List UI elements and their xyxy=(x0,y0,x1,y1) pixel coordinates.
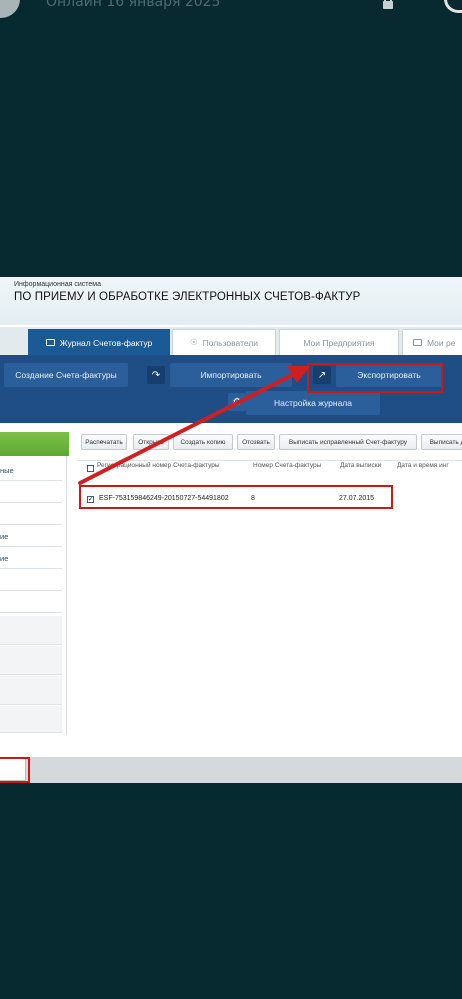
online-status: Онлайн 16 января 2025 xyxy=(46,0,221,10)
annotation-arrow xyxy=(78,366,310,485)
avatar[interactable] xyxy=(0,0,20,18)
back-arc-icon[interactable] xyxy=(444,0,462,13)
lock-icon[interactable] xyxy=(381,0,395,15)
embedded-screenshot: Информационная система ПО ПРИЕМУ И ОБРАБ… xyxy=(0,277,462,783)
